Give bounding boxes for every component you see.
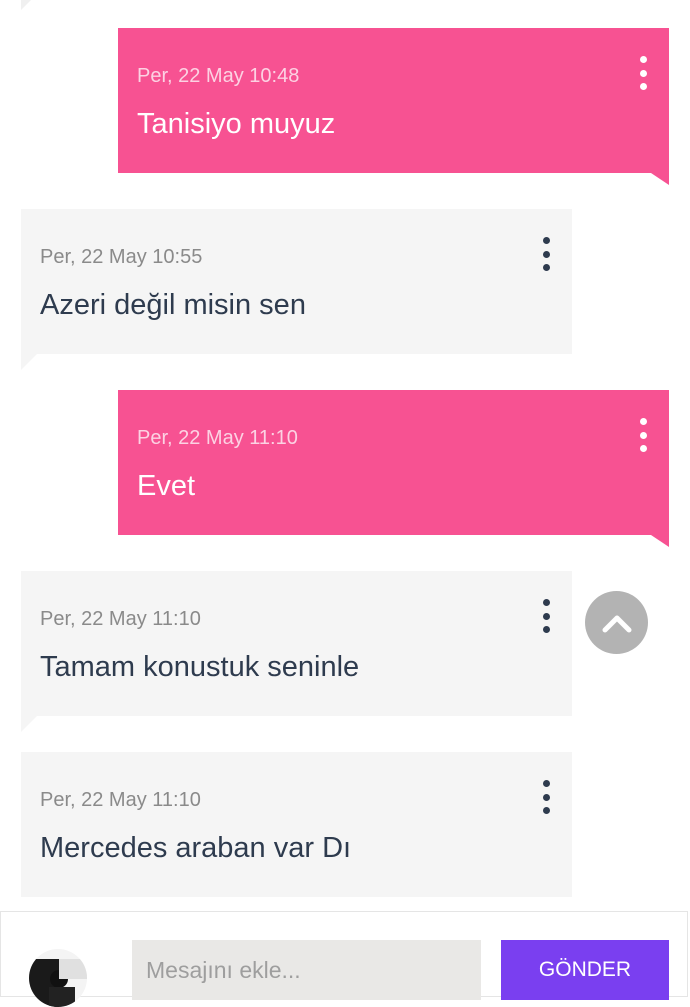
message-bubble-outgoing: Per, 22 May 11:10 Evet	[118, 390, 669, 535]
avatar-image	[29, 949, 87, 1007]
more-vertical-icon[interactable]	[635, 418, 651, 452]
message-text: Tanisiyo muyuz	[137, 108, 336, 140]
message-text: Tamam konustuk seninle	[40, 651, 360, 683]
more-vertical-icon[interactable]	[635, 56, 651, 90]
message-timestamp: Per, 22 May 10:55	[40, 246, 203, 268]
more-vertical-icon[interactable]	[538, 780, 554, 814]
bubble-tail	[651, 173, 669, 185]
message-composer: GÖNDER	[0, 911, 688, 1007]
message-bubble-incoming: Per, 22 May 11:10 Mercedes araban var Dı	[21, 752, 572, 897]
bubble-tail	[21, 716, 37, 732]
message-bubble-incoming: Per, 22 May 10:55 Azeri değil misin sen	[21, 209, 572, 354]
previous-message-tail	[21, 0, 31, 10]
more-vertical-icon[interactable]	[538, 599, 554, 633]
message-timestamp: Per, 22 May 11:10	[40, 608, 201, 630]
message-text: Mercedes araban var Dı	[40, 832, 352, 864]
message-timestamp: Per, 22 May 10:48	[137, 65, 300, 87]
message-input[interactable]	[132, 940, 481, 1000]
message-timestamp: Per, 22 May 11:10	[40, 789, 201, 811]
chevron-up-icon	[602, 615, 631, 632]
more-vertical-icon[interactable]	[538, 237, 554, 271]
message-bubble-incoming: Per, 22 May 11:10 Tamam konustuk seninle	[21, 571, 572, 716]
message-bubble-outgoing: Per, 22 May 10:48 Tanisiyo muyuz	[118, 28, 669, 173]
avatar[interactable]	[29, 949, 87, 1007]
send-button[interactable]: GÖNDER	[501, 940, 669, 1000]
bubble-tail	[651, 535, 669, 547]
message-text: Evet	[137, 470, 196, 502]
scroll-to-top-button[interactable]	[585, 591, 648, 654]
message-text: Azeri değil misin sen	[40, 289, 306, 321]
bubble-tail	[21, 354, 37, 370]
message-timestamp: Per, 22 May 11:10	[137, 427, 298, 449]
